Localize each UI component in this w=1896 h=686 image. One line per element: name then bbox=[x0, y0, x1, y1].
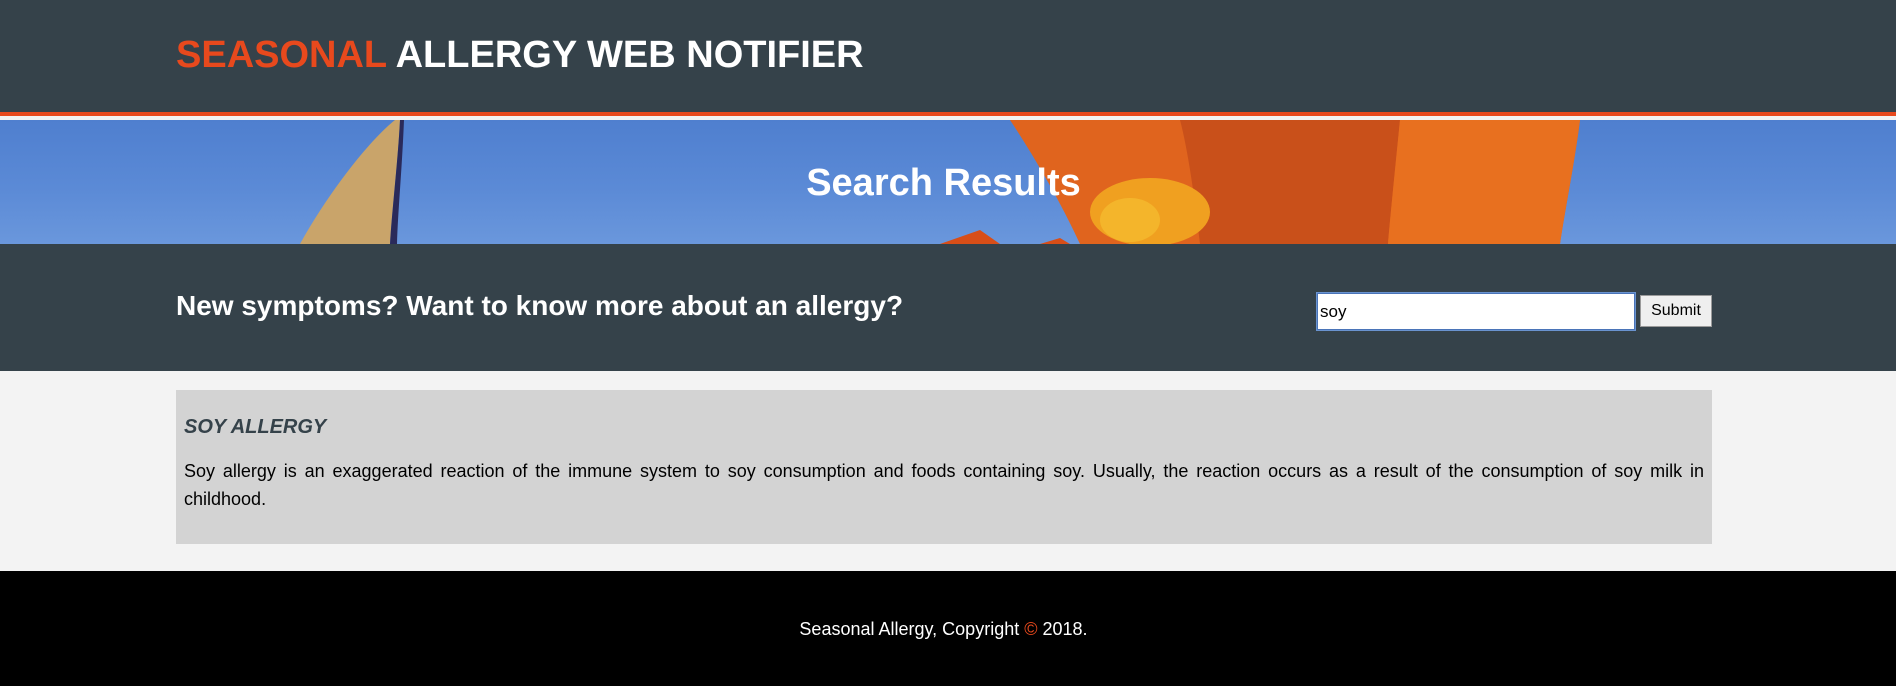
footer-copyright: Seasonal Allergy, Copyright © 2018. bbox=[0, 619, 1887, 640]
result-card: SOY ALLERGY Soy allergy is an exaggerate… bbox=[176, 390, 1712, 544]
footer-text-before: Seasonal Allergy, Copyright bbox=[799, 619, 1020, 639]
page-title: Search Results bbox=[806, 162, 1081, 204]
result-description: Soy allergy is an exaggerated reaction o… bbox=[184, 461, 1704, 509]
copyright-symbol: © bbox=[1024, 619, 1038, 639]
search-input[interactable] bbox=[1317, 293, 1635, 330]
submit-button[interactable]: Submit bbox=[1640, 295, 1712, 327]
result-title: SOY ALLERGY bbox=[184, 416, 327, 438]
site-header: SEASONAL ALLERGY WEB NOTIFIER bbox=[0, 0, 1896, 116]
site-title[interactable]: SEASONAL ALLERGY WEB NOTIFIER bbox=[176, 34, 864, 77]
site-title-highlight: SEASONAL bbox=[176, 34, 387, 76]
search-section: New symptoms? Want to know more about an… bbox=[0, 244, 1896, 371]
footer-year: 2018. bbox=[1042, 619, 1088, 639]
hero-banner: Search Results bbox=[0, 120, 1896, 244]
site-footer: Seasonal Allergy, Copyright © 2018. bbox=[0, 571, 1896, 686]
site-title-rest: ALLERGY WEB NOTIFIER bbox=[395, 34, 864, 76]
search-prompt: New symptoms? Want to know more about an… bbox=[176, 290, 904, 321]
